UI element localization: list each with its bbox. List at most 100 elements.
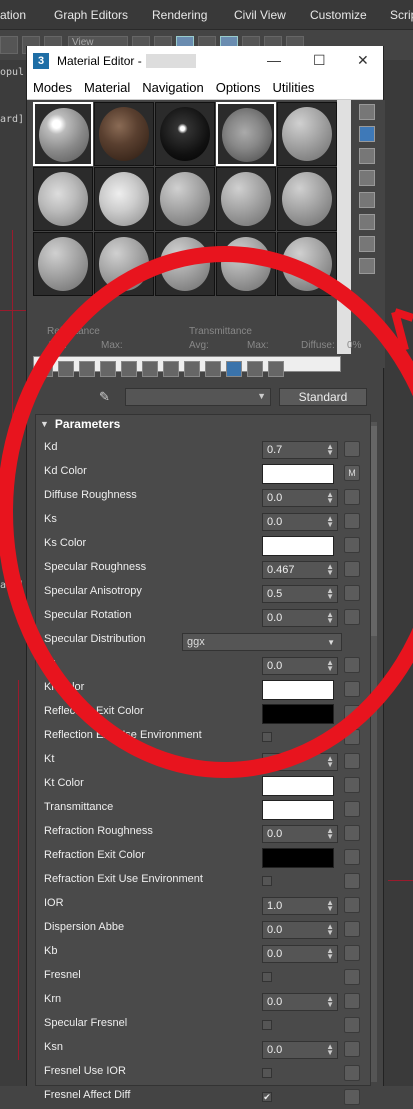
map-button[interactable] [344,873,360,889]
sample-slot[interactable] [94,167,154,231]
map-button[interactable] [344,1017,360,1033]
map-button[interactable] [344,537,360,553]
pick-material-icon[interactable] [268,361,284,377]
param-checkbox[interactable]: ✔ [262,1092,272,1102]
app-menu-item[interactable]: Scrip [390,8,413,22]
map-button[interactable] [344,945,360,961]
param-spinner[interactable]: 0.0 ▲ ▼ [262,945,338,963]
spinner-arrows-icon[interactable]: ▲ ▼ [326,443,334,457]
background-icon[interactable] [359,148,375,164]
menu-options[interactable]: Options [216,80,261,95]
material-id-icon[interactable] [163,361,179,377]
app-menu-item[interactable]: Customize [310,8,367,22]
map-button[interactable] [344,1065,360,1081]
options-icon[interactable] [359,236,375,252]
color-swatch[interactable] [262,464,334,484]
sample-slot[interactable] [33,102,93,166]
sample-slot[interactable] [277,167,337,231]
material-type-button[interactable]: Standard [279,388,367,406]
param-spinner[interactable]: 1.0 ▲ ▼ [262,897,338,915]
map-button[interactable] [344,825,360,841]
map-button[interactable]: M [344,465,360,481]
param-spinner[interactable]: 0.0 ▲ ▼ [262,513,338,531]
sample-slot[interactable] [155,232,215,296]
map-button[interactable] [344,705,360,721]
spinner-arrows-icon[interactable]: ▲ ▼ [326,563,334,577]
map-button[interactable] [344,969,360,985]
title-bar[interactable]: 3 Material Editor - — ☐ ✕ [27,46,383,76]
map-button[interactable] [344,801,360,817]
sample-slot[interactable] [277,232,337,296]
eyedropper-icon[interactable]: ✎ [99,389,115,405]
assign-material-icon[interactable] [79,361,95,377]
spinner-arrows-icon[interactable]: ▲ ▼ [326,587,334,601]
app-menu-item[interactable]: Rendering [152,8,207,22]
close-button[interactable]: ✕ [357,52,369,69]
sample-slot[interactable] [155,167,215,231]
color-swatch[interactable] [262,776,334,796]
map-button[interactable] [344,729,360,745]
put-to-library-icon[interactable] [142,361,158,377]
param-spinner[interactable]: 0.0 ▲ ▼ [262,825,338,843]
app-menu-item[interactable]: Graph Editors [54,8,128,22]
select-by-material-icon[interactable] [359,258,375,274]
app-menu-item[interactable]: Civil View [234,8,286,22]
param-spinner[interactable]: 0.7 ▲ ▼ [262,441,338,459]
map-button[interactable] [344,849,360,865]
param-spinner[interactable]: 0.0 ▲ ▼ [262,1041,338,1059]
param-spinner[interactable]: 0.0 ▲ ▼ [262,657,338,675]
param-spinner[interactable]: 0.0 ▲ ▼ [262,609,338,627]
map-button[interactable] [344,657,360,673]
color-swatch[interactable] [262,704,334,724]
menu-material[interactable]: Material [84,80,130,95]
spinner-arrows-icon[interactable]: ▲ ▼ [326,899,334,913]
minimize-button[interactable]: — [267,52,281,68]
show-end-result-icon[interactable] [205,361,221,377]
param-spinner[interactable]: 0.0 ▲ ▼ [262,489,338,507]
map-button[interactable] [344,561,360,577]
sample-slot[interactable] [33,167,93,231]
sample-slot[interactable] [216,167,276,231]
viewport-left[interactable]: ard] opul ard] [0,60,26,1086]
undo-icon[interactable] [0,36,18,54]
param-spinner[interactable]: 0.0 ▲ ▼ [262,921,338,939]
param-spinner[interactable]: 0.0 ▲ ▼ [262,753,338,771]
map-button[interactable] [344,777,360,793]
map-button[interactable] [344,993,360,1009]
spinner-arrows-icon[interactable]: ▲ ▼ [326,995,334,1009]
color-swatch[interactable] [262,680,334,700]
go-forward-sibling-icon[interactable] [247,361,263,377]
param-spinner[interactable]: 0.0 ▲ ▼ [262,993,338,1011]
sample-slot[interactable] [216,102,276,166]
video-color-check-icon[interactable] [359,192,375,208]
sample-slot[interactable] [155,102,215,166]
color-swatch[interactable] [262,536,334,556]
param-checkbox[interactable] [262,1068,272,1078]
map-button[interactable] [344,609,360,625]
spinner-arrows-icon[interactable]: ▲ ▼ [326,515,334,529]
spinner-arrows-icon[interactable]: ▲ ▼ [326,1043,334,1057]
param-checkbox[interactable] [262,876,272,886]
map-button[interactable] [344,585,360,601]
map-button[interactable] [344,513,360,529]
param-checkbox[interactable] [262,1020,272,1030]
menu-utilities[interactable]: Utilities [273,80,315,95]
menu-navigation[interactable]: Navigation [142,80,203,95]
sample-slot[interactable] [277,102,337,166]
map-button[interactable] [344,921,360,937]
map-button[interactable] [344,1089,360,1105]
spinner-arrows-icon[interactable]: ▲ ▼ [326,947,334,961]
spinner-arrows-icon[interactable]: ▲ ▼ [326,827,334,841]
get-material-icon[interactable] [37,361,53,377]
spinner-arrows-icon[interactable]: ▲ ▼ [326,611,334,625]
slots-vertical-scrollbar[interactable] [337,100,351,354]
spinner-arrows-icon[interactable]: ▲ ▼ [326,491,334,505]
spinner-arrows-icon[interactable]: ▲ ▼ [326,755,334,769]
menu-modes[interactable]: Modes [33,80,72,95]
sample-slot[interactable] [94,232,154,296]
param-spinner[interactable]: 0.5 ▲ ▼ [262,585,338,603]
spinner-arrows-icon[interactable]: ▲ ▼ [326,923,334,937]
color-swatch[interactable] [262,800,334,820]
uv-tiling-icon[interactable] [359,170,375,186]
app-menu-item[interactable]: ation [0,8,26,22]
